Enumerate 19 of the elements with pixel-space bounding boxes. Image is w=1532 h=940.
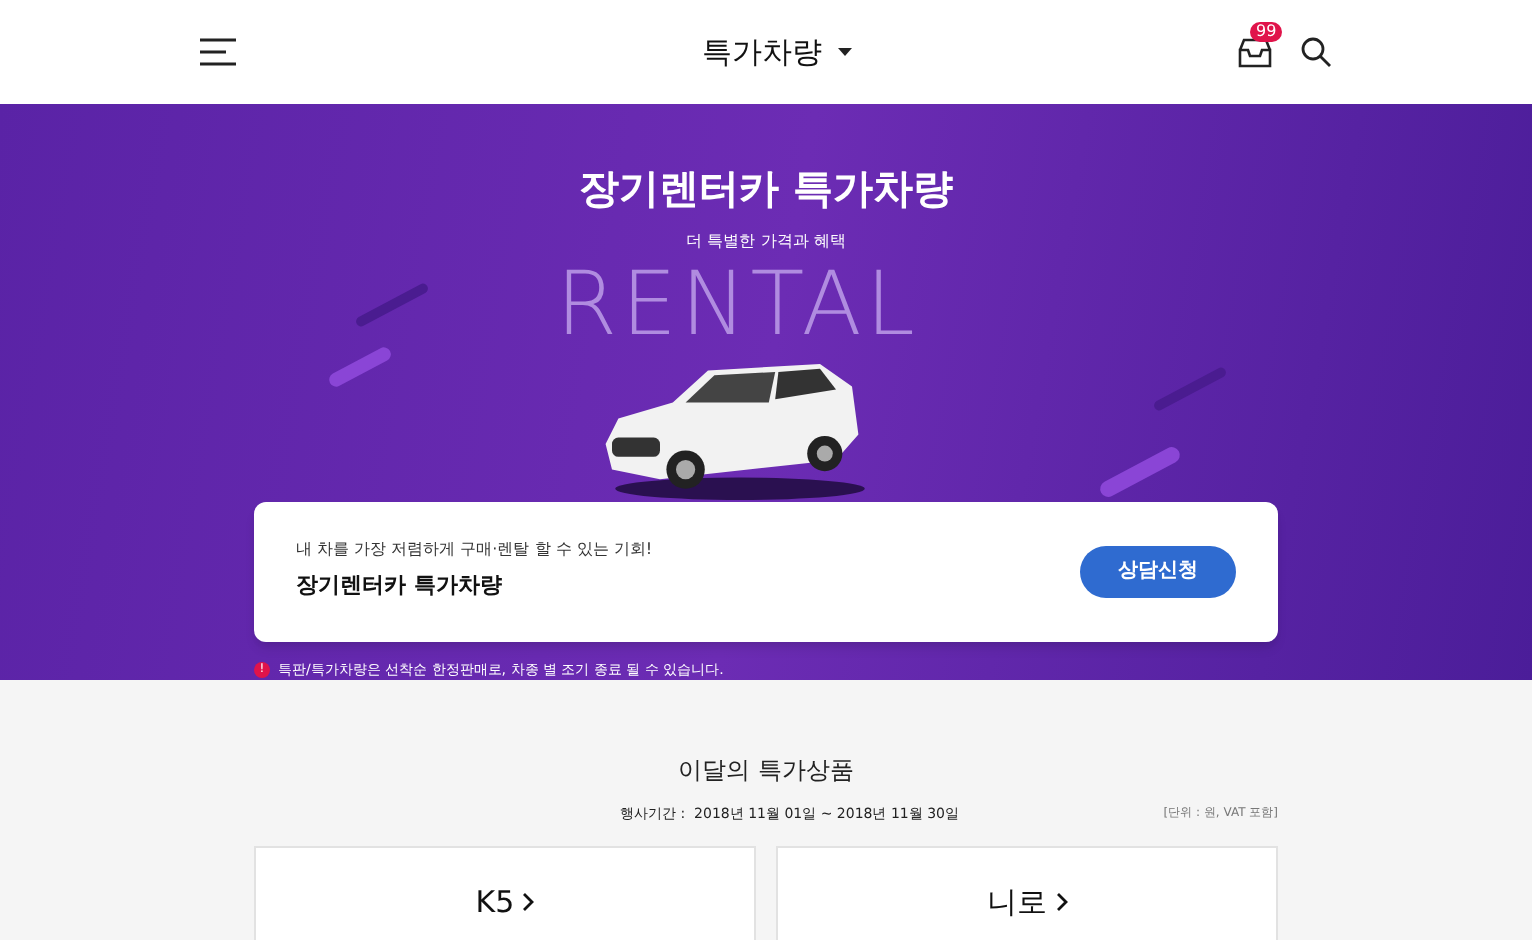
promo-title: 장기렌터카 특가차량 bbox=[296, 570, 504, 603]
caret-icon bbox=[838, 48, 852, 56]
product-name[interactable]: K5 bbox=[475, 880, 535, 940]
product-card[interactable]: K5 bbox=[254, 846, 756, 940]
chevron-icon bbox=[522, 892, 535, 912]
product-name[interactable]: 니로 bbox=[987, 880, 1067, 940]
hero-title: 장기렌터카 특가차량 bbox=[579, 162, 953, 216]
inbox-icon[interactable] bbox=[1238, 37, 1272, 67]
notification-badge: 99 bbox=[1250, 21, 1283, 41]
backdrop-text: RENTAL bbox=[556, 262, 919, 350]
hero-subtitle: 더 특별한 가격과 혜택 bbox=[686, 230, 846, 254]
product-card[interactable]: 니로 bbox=[776, 846, 1278, 940]
search-icon[interactable] bbox=[1300, 36, 1332, 68]
menu-icon[interactable] bbox=[200, 38, 236, 66]
page-title-dropdown[interactable]: 특가차량 bbox=[702, 29, 852, 75]
consult-button[interactable]: 상담신청 bbox=[1080, 545, 1236, 598]
section-title: 이달의 특가상품 bbox=[678, 754, 854, 788]
promo-caption: 내 차를 가장 저렴하게 구매·렌탈 할 수 있는 기회! bbox=[296, 538, 653, 563]
chevron-icon bbox=[1055, 892, 1067, 912]
